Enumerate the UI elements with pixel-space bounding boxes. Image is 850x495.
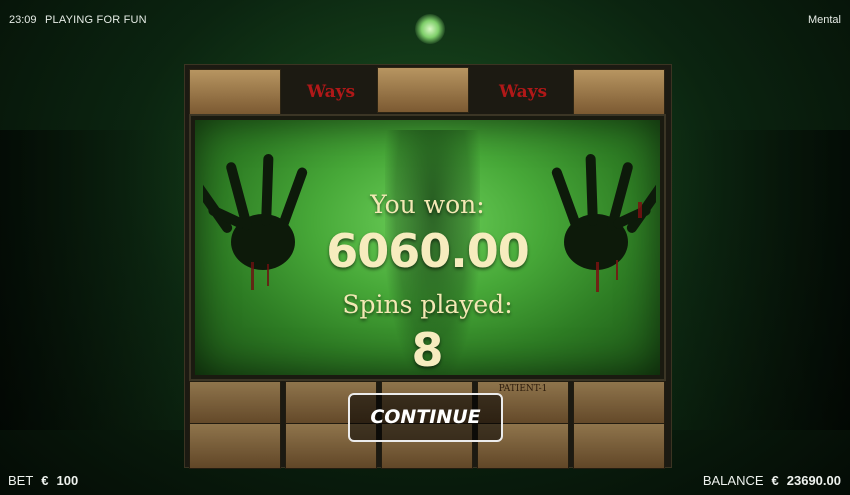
reel-symbol-kidneys — [573, 381, 665, 427]
background-wall-left — [0, 130, 190, 430]
top-bar: 23:09 PLAYING FOR FUN Mental — [0, 0, 850, 30]
reel-symbol-kidneys-2 — [573, 423, 665, 469]
reel-symbol-eye — [377, 67, 469, 113]
bet-currency: € — [41, 473, 49, 488]
clock: 23:09 — [9, 14, 37, 26]
win-summary-panel: You won: 6060.00 Spins played: 8 — [191, 116, 664, 379]
spins-played-value: 8 — [411, 323, 444, 377]
reel-symbol-heart-2 — [189, 423, 281, 469]
balance-value: 23690.00 — [786, 473, 841, 488]
balance-display: BALANCE €23690.00 — [703, 473, 841, 488]
reel-symbol-ways: Ways — [306, 82, 356, 102]
bet-label: BET — [8, 473, 34, 488]
reel-symbol-portrait — [573, 69, 665, 115]
game-title: Mental — [807, 14, 841, 26]
play-mode-label: PLAYING FOR FUN — [45, 14, 147, 26]
bet-value: 100 — [56, 473, 79, 488]
bottom-bar: BET €100 BALANCE €23690.00 — [0, 467, 850, 495]
continue-button[interactable]: CONTINUE — [348, 393, 503, 442]
reel-symbol-heart — [189, 381, 281, 427]
background-wall-right — [660, 130, 850, 430]
you-won-label: You won: — [370, 190, 485, 219]
spins-played-label: Spins played: — [342, 290, 513, 319]
balance-label: BALANCE — [702, 473, 764, 488]
reel-symbol-hand — [189, 69, 281, 115]
reel-symbol-ways-2: Ways — [498, 82, 548, 102]
win-amount: 6060.00 — [326, 224, 530, 278]
bet-display[interactable]: BET €100 — [8, 473, 78, 488]
balance-currency: € — [771, 473, 779, 488]
